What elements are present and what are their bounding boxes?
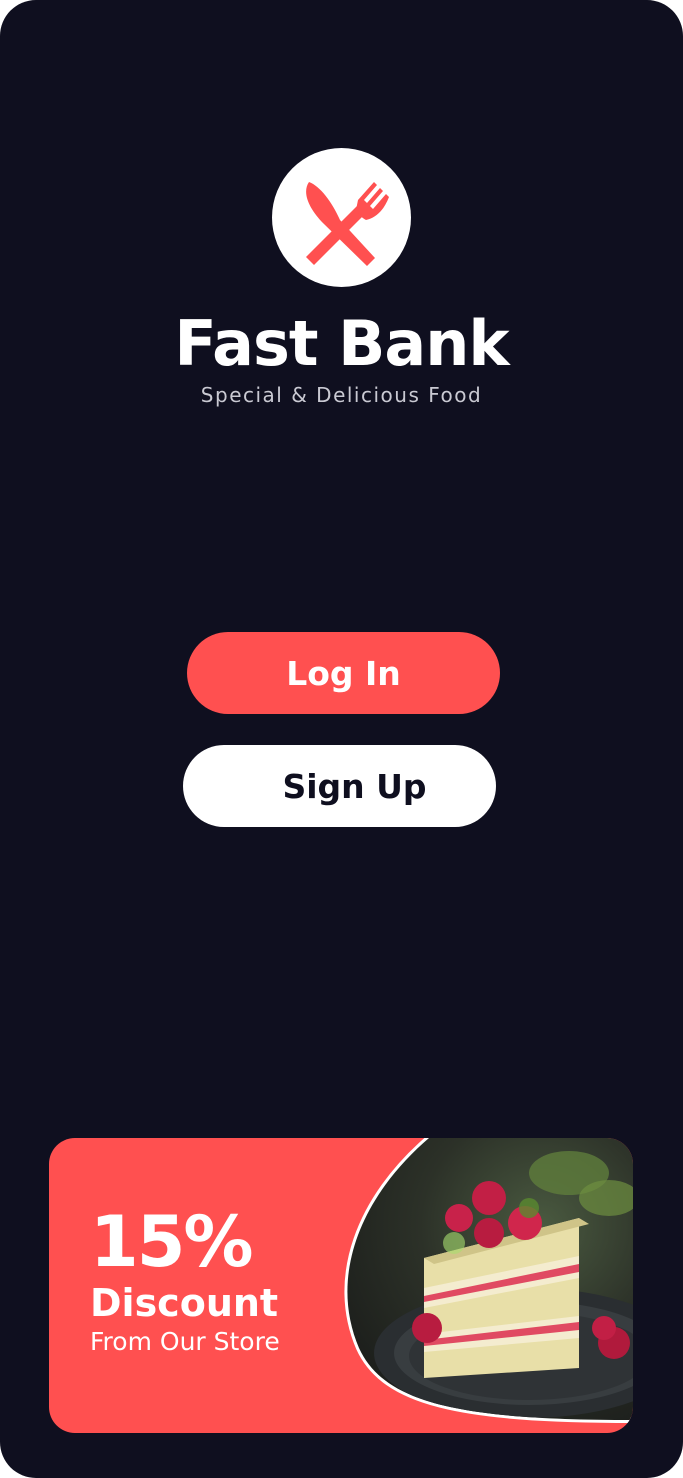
app-logo — [272, 148, 411, 287]
signup-button[interactable]: Sign Up — [183, 745, 496, 827]
fork-knife-icon — [306, 182, 389, 266]
discount-subtitle: From Our Store — [90, 1327, 280, 1356]
app-title: Fast Bank — [174, 307, 509, 380]
discount-banner[interactable]: 15% Discount From Our Store — [49, 1138, 633, 1433]
app-tagline: Special & Delicious Food — [200, 383, 483, 407]
discount-percent: 15% — [90, 1201, 254, 1283]
welcome-screen: Fast Bank Special & Delicious Food Log I… — [0, 0, 683, 1478]
login-button[interactable]: Log In — [187, 632, 500, 714]
discount-headline: Discount — [90, 1281, 279, 1325]
